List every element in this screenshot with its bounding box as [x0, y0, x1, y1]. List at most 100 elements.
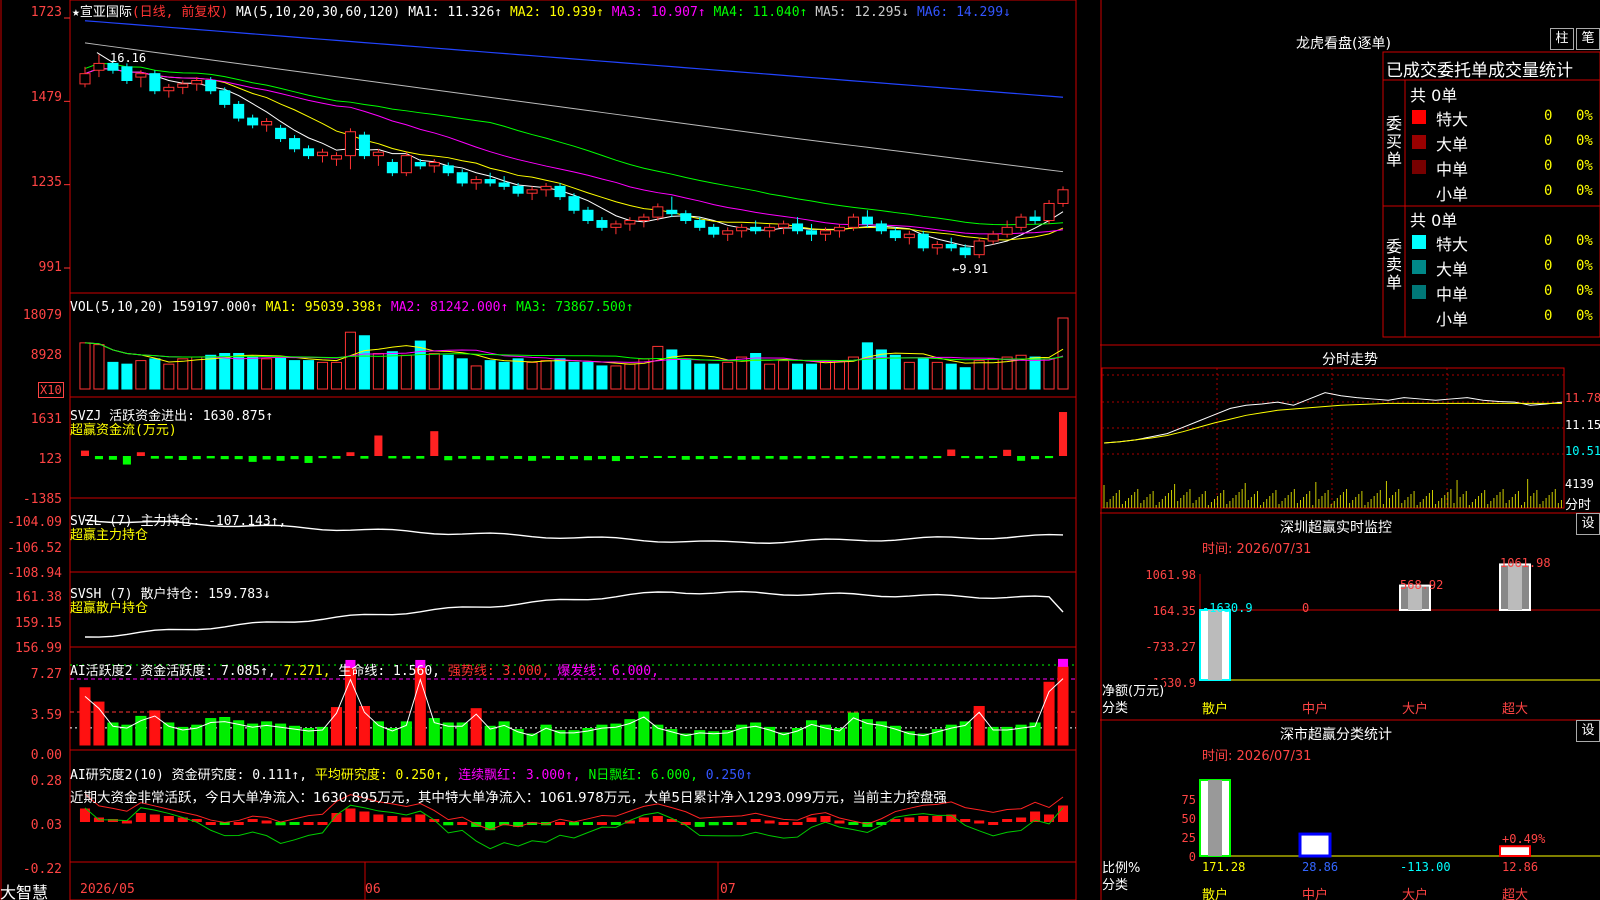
monitor-bar-label: 0 [1302, 601, 1310, 615]
fund-flow-bar [821, 456, 830, 459]
candle-body [386, 161, 398, 174]
ma3-value: MA3: 10.907↑ [611, 5, 706, 20]
period-label[interactable]: (日线, 前复权) [132, 5, 228, 20]
stats-settings-button[interactable]: 设 [1576, 720, 1600, 742]
research-bar [331, 813, 342, 822]
volume-bar [316, 361, 329, 390]
volume-bar [805, 363, 818, 390]
ai2-y-label: -0.22 [22, 862, 62, 877]
intraday-y-label: 11.15 [1565, 418, 1600, 432]
candle-body [498, 182, 510, 187]
volume-bar [554, 358, 566, 390]
fund-flow-bar [597, 456, 606, 460]
volume-bar [722, 361, 734, 390]
volume-bar [93, 344, 105, 390]
fund-flow-bar [206, 456, 215, 459]
research-bar [261, 820, 272, 824]
fund-flow-bar [877, 456, 886, 459]
candle-body [959, 247, 971, 256]
volume-bar [512, 358, 524, 390]
volume-bar [540, 360, 552, 390]
buy-row-count: 0 [1544, 133, 1553, 149]
category-label: 分类 [1102, 701, 1129, 716]
svzj-y-label: -1385 [22, 492, 62, 507]
research-bar [289, 822, 300, 825]
volume-bar [833, 360, 845, 390]
bar-mode-button[interactable]: 柱 [1550, 28, 1574, 50]
volume-bar [610, 365, 622, 390]
volume-bar [1029, 356, 1041, 390]
monitor-time: 时间: 2026/07/31 [1202, 542, 1312, 557]
fund-flow-bar [220, 456, 229, 460]
stats-pct-label: +0.49% [1502, 832, 1546, 846]
sell-row-swatch [1412, 260, 1426, 274]
ai2-header: AI研究度2(10) 资金研究度: 0.111↑, 平均研究度: 0.250↑,… [70, 764, 753, 783]
research-bar [750, 819, 761, 822]
research-bar [247, 819, 258, 822]
research-bar [233, 822, 244, 825]
volume-bar [400, 354, 412, 390]
fund-flow-bar [472, 456, 481, 460]
volume-bar [526, 361, 538, 390]
fund-flow-bar [695, 456, 704, 460]
volume-bar [205, 354, 217, 390]
svzj-y-label: 123 [38, 452, 62, 467]
candle-body [708, 226, 720, 235]
buy-row-label: 特大 [1436, 110, 1469, 129]
volume-bar [973, 360, 985, 390]
tick-mode-button[interactable]: 笔 [1576, 28, 1600, 50]
cat-mid: 中户 [1302, 702, 1329, 717]
research-bar [638, 817, 649, 822]
x-axis-label: 2026/05 [80, 882, 135, 897]
ai2-v5: 0.250↑ [705, 768, 753, 783]
ma-line [84, 68, 1064, 248]
fund-flow-bar [765, 456, 774, 459]
volume-bar [79, 342, 91, 390]
monitor-settings-button[interactable]: 设 [1576, 513, 1600, 535]
sell-row-label: 中单 [1436, 285, 1469, 304]
candle-body [316, 151, 329, 157]
buy-row-count: 0 [1544, 183, 1553, 199]
ai1-y-label: 7.27 [30, 667, 62, 682]
buy-row-pct: 0% [1576, 183, 1593, 199]
ai2-y-label: 0.28 [30, 774, 62, 789]
research-bar [387, 816, 398, 822]
ai1-title: AI活跃度2 资金活跃度: 7.085↑, [70, 664, 276, 679]
fund-flow-bar [276, 456, 285, 461]
research-bar [1044, 814, 1055, 822]
fund-flow-bar [444, 456, 453, 461]
sell-row-label: 特大 [1436, 235, 1469, 254]
candle-body [93, 62, 105, 71]
research-bar [960, 819, 971, 822]
buy-row-swatch [1412, 135, 1426, 149]
volume-bar [959, 367, 971, 390]
candle-body [582, 209, 594, 222]
research-bar [163, 816, 174, 822]
volume-bar [303, 360, 315, 390]
svzl-y-label: -108.94 [7, 566, 62, 581]
candle-body [917, 233, 929, 249]
fund-flow-bar [653, 456, 662, 458]
research-bar [317, 822, 328, 825]
app-logo: 大智慧 [0, 883, 49, 900]
buy-row-swatch [1412, 185, 1426, 199]
monitor-bar-label: 568.92 [1400, 578, 1444, 592]
volume-bar [750, 353, 762, 390]
vol-ma3: MA3: 73867.500↑ [516, 300, 634, 315]
volume-bar [470, 365, 482, 390]
research-bar [778, 822, 789, 825]
fund-flow-bar [108, 456, 117, 460]
candle-body [163, 86, 175, 92]
stats-title: 深市超赢分类统计 [1280, 727, 1392, 743]
low-note: ←9.91 [952, 262, 989, 276]
fund-flow-bar [318, 456, 327, 459]
volume-bar [582, 361, 594, 390]
ai1-header: AI活跃度2 资金活跃度: 7.085↑, 7.271, 生命线: 1.560,… [70, 660, 659, 679]
fund-flow-bar [304, 456, 313, 463]
volume-bar [428, 353, 440, 390]
stats-y-label: 25 [1181, 831, 1196, 845]
svzl-y-label: -104.09 [7, 515, 62, 530]
intraday-title: 分时走势 [1322, 352, 1378, 368]
sell-row-label: 大单 [1436, 260, 1469, 279]
sell-row-swatch [1412, 310, 1426, 324]
